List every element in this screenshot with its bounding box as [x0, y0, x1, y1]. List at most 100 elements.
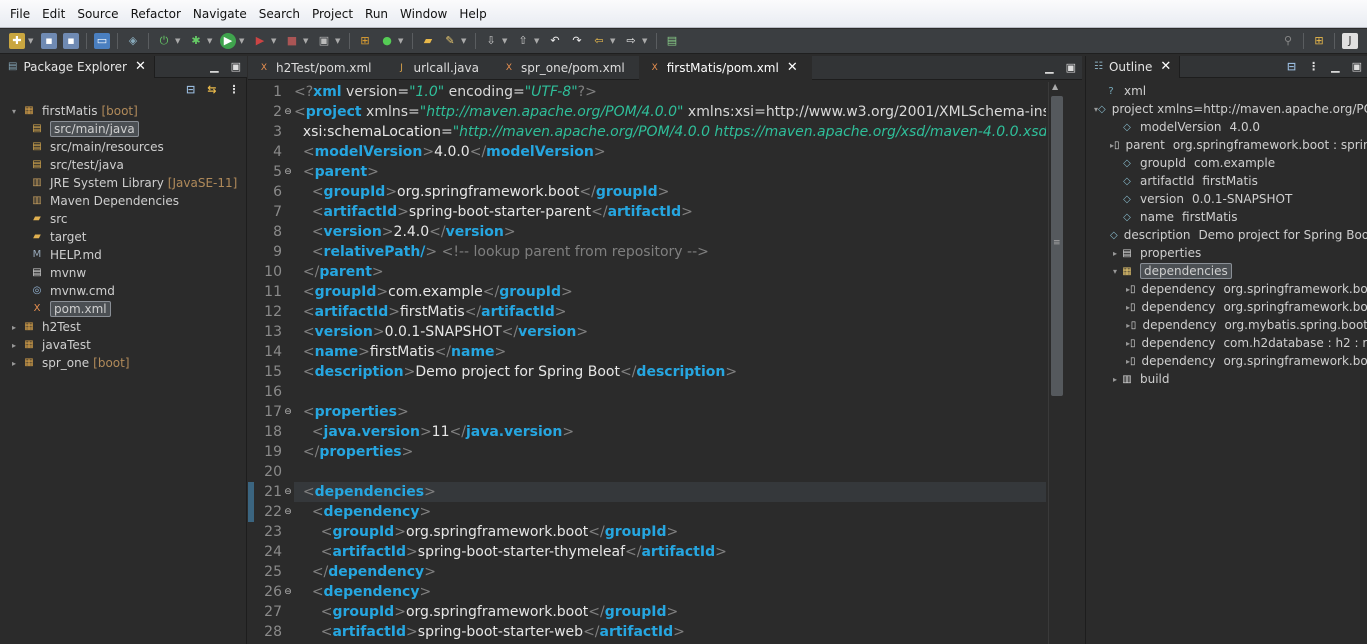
next-annotation-icon[interactable]: ⇩: [483, 33, 499, 49]
package-tree-item[interactable]: ◎ mvnw.cmd: [0, 282, 247, 300]
fold-icon[interactable]: ⊖: [282, 402, 294, 422]
search-icon[interactable]: ⚲: [1280, 33, 1296, 49]
close-icon[interactable]: ✕: [787, 60, 798, 75]
outline-item[interactable]: ▸ ▯ dependency com.h2database : h2 : ru: [1086, 334, 1367, 352]
outline-item[interactable]: ▾ ◇ project xmlns=http://maven.apache.org/…: [1086, 100, 1367, 118]
collapse-twisty-icon[interactable]: ▸: [1110, 375, 1120, 384]
package-tree-item[interactable]: ▰ src: [0, 210, 247, 228]
maximize-icon[interactable]: ▣: [1352, 60, 1362, 73]
new-dropdown-icon[interactable]: ▼: [28, 37, 35, 45]
scroll-up-icon[interactable]: ▲: [1052, 82, 1058, 91]
forward-icon[interactable]: ⇨: [623, 33, 639, 49]
package-tree-item[interactable]: ▸ ▦ spr_one [boot]: [0, 354, 247, 372]
maximize-icon[interactable]: ▣: [231, 60, 241, 73]
close-icon[interactable]: ✕: [135, 59, 146, 74]
expand-twisty-icon[interactable]: ▾: [8, 107, 20, 116]
outline-item[interactable]: ▸ ▯ dependency org.mybatis.spring.boot: [1086, 316, 1367, 334]
menu-help[interactable]: Help: [453, 3, 492, 25]
menu-file[interactable]: File: [4, 3, 36, 25]
package-tree-item[interactable]: ▤ mvnw: [0, 264, 247, 282]
menu-run[interactable]: Run: [359, 3, 394, 25]
external-tools-icon[interactable]: ▣: [316, 33, 332, 49]
menu-refactor[interactable]: Refactor: [125, 3, 187, 25]
collapse-twisty-icon[interactable]: ▸: [1110, 249, 1120, 258]
collapse-twisty-icon[interactable]: ▸: [8, 341, 20, 350]
menu-navigate[interactable]: Navigate: [187, 3, 253, 25]
outline-item[interactable]: ▸ ▯ dependency org.springframework.boo: [1086, 352, 1367, 370]
stop-dropdown-icon[interactable]: ▼: [303, 37, 310, 45]
tab-package-explorer[interactable]: ▤ Package Explorer ✕: [0, 55, 155, 78]
menu-edit[interactable]: Edit: [36, 3, 71, 25]
outline-item[interactable]: ◇ name firstMatis: [1086, 208, 1367, 226]
minimize-icon[interactable]: ▁: [1331, 60, 1339, 73]
new-icon[interactable]: ✚: [9, 33, 25, 49]
maximize-icon[interactable]: ▣: [1066, 61, 1076, 74]
spring-dropdown-icon[interactable]: ▼: [175, 37, 182, 45]
java-perspective-icon[interactable]: J: [1342, 33, 1358, 49]
save-all-icon[interactable]: ▪: [63, 33, 79, 49]
debug-icon[interactable]: ✱: [188, 33, 204, 49]
outline-item[interactable]: ◇ groupId com.example: [1086, 154, 1367, 172]
next-annotation-dropdown-icon[interactable]: ▼: [502, 37, 509, 45]
package-tree-item[interactable]: ▥ JRE System Library [JavaSE-11]: [0, 174, 247, 192]
outline-item[interactable]: ▸ ▯ dependency org.springframework.boo: [1086, 298, 1367, 316]
fold-icon[interactable]: ⊖: [282, 502, 294, 522]
view-menu-icon[interactable]: ⋮: [228, 83, 239, 96]
forward-dropdown-icon[interactable]: ▼: [642, 37, 649, 45]
editor-tab[interactable]: Xh2Test/pom.xml: [248, 56, 386, 80]
fold-icon[interactable]: ⊖: [282, 582, 294, 602]
menu-source[interactable]: Source: [71, 3, 124, 25]
outline-item[interactable]: ◇ artifactId firstMatis: [1086, 172, 1367, 190]
menu-window[interactable]: Window: [394, 3, 453, 25]
menu-project[interactable]: Project: [306, 3, 359, 25]
back-icon[interactable]: ⇦: [591, 33, 607, 49]
new-class-dropdown-icon[interactable]: ▼: [398, 37, 405, 45]
xml-source-editor[interactable]: <?xml version="1.0" encoding="UTF-8"?> <p…: [294, 82, 1046, 644]
collapse-all-icon[interactable]: ⊟: [1287, 60, 1296, 73]
previous-annotation-icon[interactable]: ⇧: [515, 33, 531, 49]
expand-twisty-icon[interactable]: ▾: [1110, 267, 1120, 276]
outline-item[interactable]: ? xml: [1086, 82, 1367, 100]
editor-tab[interactable]: XfirstMatis/pom.xml ✕: [638, 55, 812, 80]
spring-boot-icon[interactable]: ⏻: [156, 33, 172, 49]
package-tree-item[interactable]: ▸ ▦ h2Test: [0, 318, 247, 336]
menu-search[interactable]: Search: [253, 3, 306, 25]
new-class-icon[interactable]: ●: [379, 33, 395, 49]
outline-item[interactable]: ◇ modelVersion 4.0.0: [1086, 118, 1367, 136]
minimize-icon[interactable]: ▁: [1045, 61, 1053, 74]
open-type-icon[interactable]: ▰: [420, 33, 436, 49]
outline-item[interactable]: ◇ description Demo project for Spring Boo: [1086, 226, 1367, 244]
open-perspective-icon[interactable]: ⊞: [1311, 33, 1327, 49]
pin-editor-icon[interactable]: ▤: [664, 33, 680, 49]
minimize-icon[interactable]: ▁: [210, 60, 218, 73]
outline-item[interactable]: ◇ version 0.0.1-SNAPSHOT: [1086, 190, 1367, 208]
outline-item[interactable]: ▸ ▥ build: [1086, 370, 1367, 388]
link-with-editor-icon[interactable]: ⇆: [207, 83, 216, 96]
fold-icon[interactable]: ⊖: [282, 102, 294, 122]
editor-tab[interactable]: Jurlcall.java: [386, 56, 493, 80]
package-tree-item[interactable]: ▸ ▦ javaTest: [0, 336, 247, 354]
collapse-twisty-icon[interactable]: ▸: [8, 359, 20, 368]
stop-icon[interactable]: ■: [284, 33, 300, 49]
debug-dropdown-icon[interactable]: ▼: [207, 37, 214, 45]
close-icon[interactable]: ✕: [1160, 59, 1171, 74]
last-edit-icon[interactable]: ↶: [547, 33, 563, 49]
outline-item[interactable]: ▸ ▯ dependency org.springframework.boo: [1086, 280, 1367, 298]
fold-icon[interactable]: ⊖: [282, 482, 294, 502]
back-dropdown-icon[interactable]: ▼: [610, 37, 617, 45]
outline-item[interactable]: ▸ ▯ parent org.springframework.boot : sprin…: [1086, 136, 1367, 154]
package-tree-item[interactable]: Xpom.xml: [0, 300, 247, 318]
open-task-dropdown-icon[interactable]: ▼: [461, 37, 468, 45]
coverage-icon[interactable]: ▶: [252, 33, 268, 49]
coverage-dropdown-icon[interactable]: ▼: [271, 37, 278, 45]
run-icon[interactable]: ▶: [220, 33, 236, 49]
view-menu-icon[interactable]: ⋮: [1308, 60, 1319, 73]
terminal-icon[interactable]: ▭: [94, 33, 110, 49]
package-tree-item[interactable]: ▤ src/main/resources: [0, 138, 247, 156]
forward-edit-icon[interactable]: ↷: [569, 33, 585, 49]
editor-vertical-scrollbar[interactable]: ▲ ≡: [1048, 82, 1064, 644]
package-tree-item[interactable]: M HELP.md: [0, 246, 247, 264]
skip-breakpoints-icon[interactable]: ◈: [125, 33, 141, 49]
external-tools-dropdown-icon[interactable]: ▼: [335, 37, 342, 45]
package-tree-item[interactable]: ▥ Maven Dependencies: [0, 192, 247, 210]
